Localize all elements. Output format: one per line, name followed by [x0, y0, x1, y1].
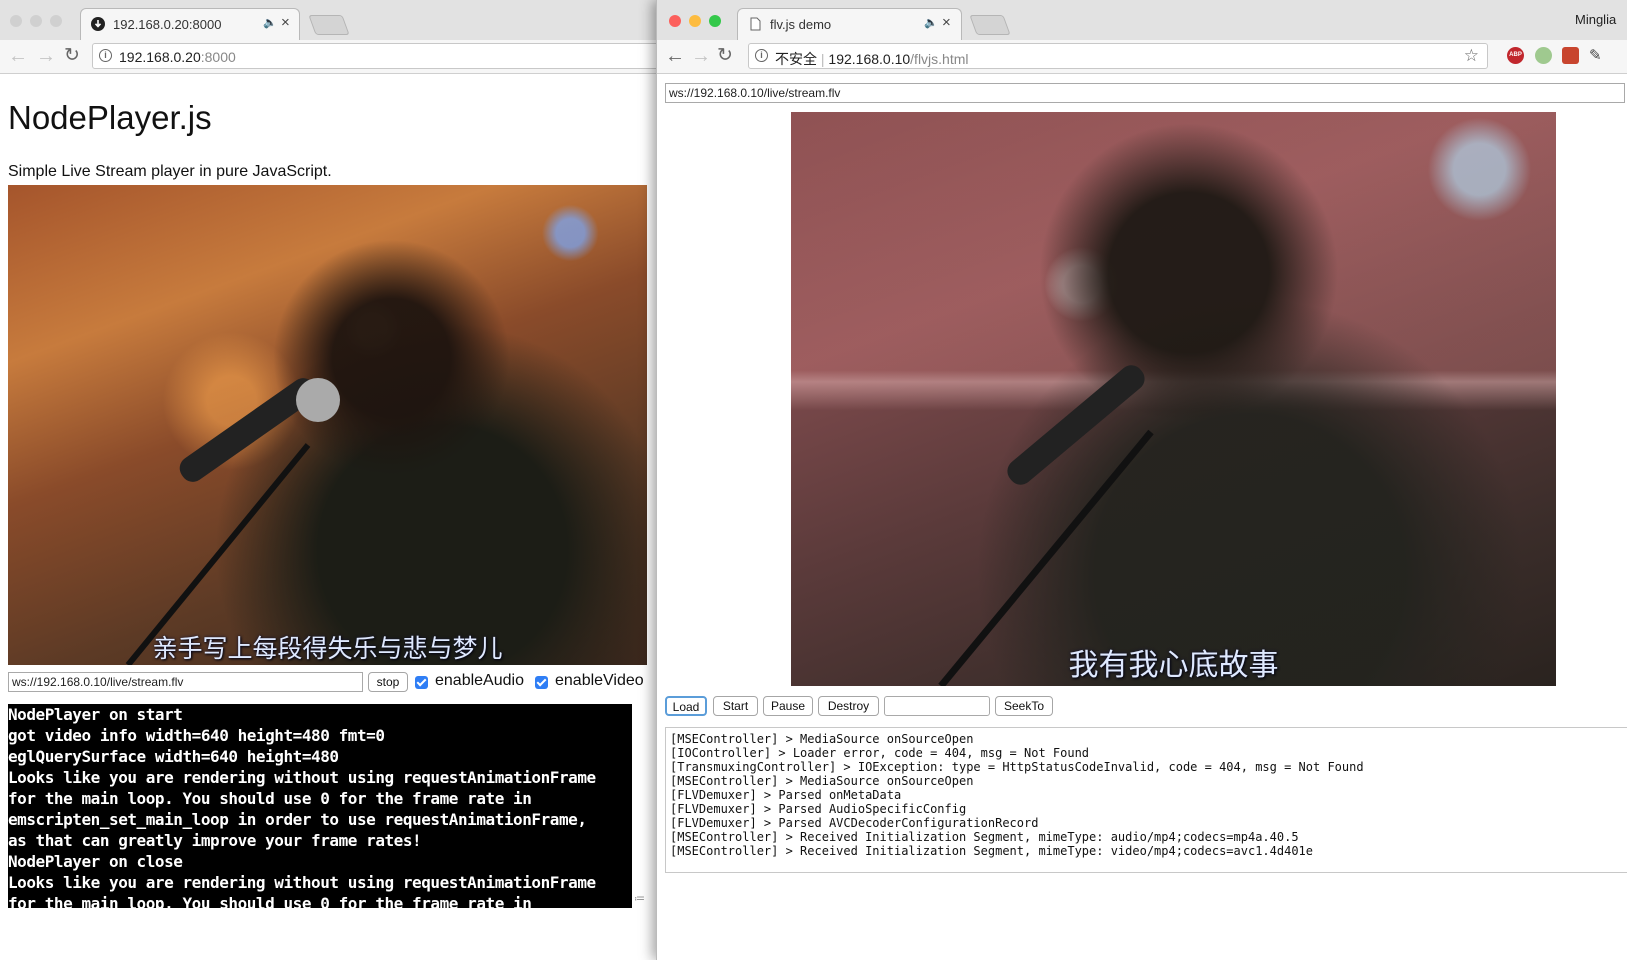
log-line: [MSEController] > Received Initializatio… [670, 830, 1299, 844]
log-output[interactable]: [MSEController] > MediaSource onSourceOp… [665, 727, 1627, 873]
stream-url-input[interactable]: ws://192.168.0.10/live/stream.flv [8, 672, 363, 692]
microphone-stand-icon [125, 378, 340, 665]
flvjs-video-element[interactable]: 我有我心底故事 [791, 112, 1556, 686]
log-line: [MSEController] > MediaSource onSourceOp… [670, 732, 974, 746]
minimize-window-button[interactable] [30, 15, 42, 27]
tab-bar: 192.168.0.20:8000 🔈 × [0, 0, 656, 41]
console-line: got video info width=640 height=480 fmt=… [8, 726, 385, 745]
page-title: NodePlayer.js [8, 99, 212, 136]
browser-toolbar: ← → ↻ i 不安全 | 192.168.0.10/flvjs.html ☆ … [657, 40, 1627, 74]
browser-toolbar: ← → ↻ i 192.168.0.20:8000 [0, 40, 656, 74]
page-description: Simple Live Stream player in pure JavaSc… [8, 163, 332, 180]
tab-title: flv.js demo [770, 17, 832, 32]
pause-button[interactable]: Pause [763, 696, 813, 716]
tab-active[interactable]: 192.168.0.20:8000 🔈 × [80, 8, 300, 40]
seek-input[interactable] [884, 696, 990, 716]
log-line: [TransmuxingController] > IOException: t… [670, 760, 1364, 774]
adblock-icon[interactable]: ABP [1507, 47, 1524, 64]
log-line: [FLVDemuxer] > Parsed onMetaData [670, 788, 902, 802]
speaker-icon[interactable]: 🔈 [263, 16, 277, 29]
nodeplayer-video-canvas[interactable]: 亲手写上每段得失乐与悲与梦儿 [8, 185, 647, 665]
zoom-window-button[interactable] [50, 15, 62, 27]
minimize-window-button[interactable] [689, 15, 701, 27]
console-line: Looks like you are rendering without usi… [8, 873, 596, 892]
log-line: [FLVDemuxer] > Parsed AudioSpecificConfi… [670, 802, 967, 816]
console-line: emscripten_set_main_loop in order to use… [8, 810, 587, 829]
stream-url-input[interactable]: ws://192.168.0.10/live/stream.flv [665, 83, 1625, 103]
enable-audio-checkbox[interactable] [415, 676, 428, 689]
close-window-button[interactable] [669, 15, 681, 27]
log-line: [IOController] > Loader error, code = 40… [670, 746, 1090, 760]
address-text: 不安全 | 192.168.0.10/flvjs.html [775, 51, 969, 67]
bookmark-star-icon[interactable]: ☆ [1464, 46, 1479, 66]
speaker-icon[interactable]: 🔈 [924, 16, 938, 29]
tab-active[interactable]: flv.js demo 🔈 × [737, 8, 962, 40]
close-window-button[interactable] [10, 15, 22, 27]
document-icon [750, 17, 761, 31]
enable-video-label: enableVideo [555, 672, 644, 689]
video-subtitle: 我有我心底故事 [1068, 648, 1279, 683]
close-tab-icon[interactable]: × [942, 14, 951, 31]
profile-name[interactable]: Minglia [1575, 12, 1616, 27]
right-browser-window: flv.js demo 🔈 × Minglia ← → ↻ i 不安全 | 19… [656, 0, 1627, 960]
tab-title: 192.168.0.20:8000 [113, 17, 222, 32]
console-line: as that can greatly improve your frame r… [8, 831, 422, 850]
new-tab-button[interactable] [308, 15, 350, 35]
enable-video-checkbox[interactable] [535, 676, 548, 689]
tab-bar: flv.js demo 🔈 × Minglia [657, 0, 1627, 41]
console-line: for the main loop. You should use 0 for … [8, 789, 532, 808]
extension-menu-icon[interactable] [1562, 47, 1579, 64]
address-bar[interactable]: i 不安全 | 192.168.0.10/flvjs.html ☆ [748, 43, 1488, 69]
reload-icon[interactable]: ↻ [717, 45, 733, 67]
destroy-button[interactable]: Destroy [818, 696, 879, 716]
console-line: eglQuerySurface width=640 height=480 [8, 747, 339, 766]
left-browser-window: 192.168.0.20:8000 🔈 × ← → ↻ i 192.168.0.… [0, 0, 656, 960]
start-button[interactable]: Start [713, 696, 758, 716]
back-arrow-icon[interactable]: ← [8, 45, 28, 67]
info-icon: i [755, 49, 768, 62]
reload-icon[interactable]: ↻ [64, 45, 80, 67]
console-line: NodePlayer on close [8, 852, 183, 871]
stop-button[interactable]: stop [368, 672, 408, 692]
zoom-window-button[interactable] [709, 15, 721, 27]
info-icon: i [99, 49, 112, 62]
log-line: [MSEController] > MediaSource onSourceOp… [670, 774, 974, 788]
console-line: Looks like you are rendering without usi… [8, 768, 596, 787]
forward-arrow-icon[interactable]: → [691, 45, 711, 67]
security-label: 不安全 [775, 51, 817, 67]
seek-to-button[interactable]: SeekTo [995, 696, 1053, 716]
load-button[interactable]: Load [665, 696, 707, 716]
log-line: [FLVDemuxer] > Parsed AVCDecoderConfigur… [670, 816, 1039, 830]
forward-arrow-icon[interactable]: → [36, 45, 56, 67]
address-text: 192.168.0.20:8000 [119, 49, 236, 65]
address-bar[interactable]: i 192.168.0.20:8000 [92, 43, 656, 69]
close-tab-icon[interactable]: × [281, 14, 290, 31]
extension-circle-icon[interactable] [1535, 47, 1552, 64]
back-arrow-icon[interactable]: ← [665, 45, 685, 67]
resize-handle-icon[interactable]: ≔ [634, 892, 645, 905]
translate-icon[interactable]: ✎ [1589, 46, 1602, 64]
console-line: for the main loop. You should use 0 for … [8, 894, 532, 908]
console-line: NodePlayer on start [8, 705, 183, 724]
microphone-stand-icon [938, 365, 1154, 686]
log-line: [MSEController] > Received Initializatio… [670, 844, 1313, 858]
video-subtitle: 亲手写上每段得失乐与悲与梦儿 [152, 634, 503, 663]
enable-audio-label: enableAudio [435, 672, 524, 689]
new-tab-button[interactable] [969, 15, 1011, 35]
output-console[interactable]: NodePlayer on start got video info width… [8, 704, 632, 908]
download-icon [91, 17, 105, 31]
